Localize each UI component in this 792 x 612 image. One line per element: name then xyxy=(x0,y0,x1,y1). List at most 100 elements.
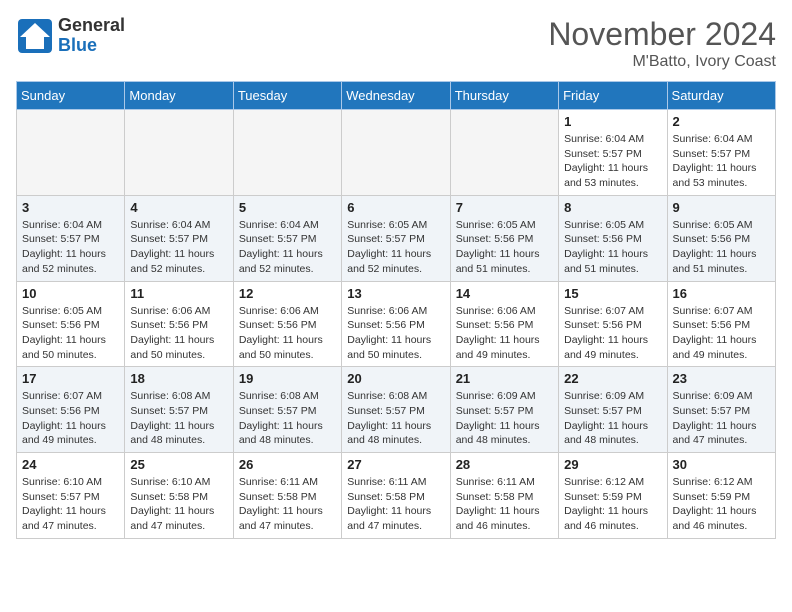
location: M'Batto, Ivory Coast xyxy=(548,53,776,71)
day-info: Sunrise: 6:09 AMSunset: 5:57 PMDaylight:… xyxy=(564,389,661,448)
calendar-cell: 22 Sunrise: 6:09 AMSunset: 5:57 PMDayligh… xyxy=(559,367,667,453)
calendar-cell: 30 Sunrise: 6:12 AMSunset: 5:59 PMDayligh… xyxy=(667,453,775,539)
calendar-cell: 15 Sunrise: 6:07 AMSunset: 5:56 PMDayligh… xyxy=(559,281,667,367)
day-info: Sunrise: 6:11 AMSunset: 5:58 PMDaylight:… xyxy=(347,475,444,534)
calendar-cell: 20 Sunrise: 6:08 AMSunset: 5:57 PMDayligh… xyxy=(342,367,450,453)
weekday-header: Friday xyxy=(559,82,667,110)
day-info: Sunrise: 6:08 AMSunset: 5:57 PMDaylight:… xyxy=(130,389,227,448)
calendar-week-row: 1 Sunrise: 6:04 AMSunset: 5:57 PMDaylight… xyxy=(17,110,776,196)
day-number: 10 xyxy=(22,286,119,301)
day-info: Sunrise: 6:07 AMSunset: 5:56 PMDaylight:… xyxy=(22,389,119,448)
weekday-header: Monday xyxy=(125,82,233,110)
calendar-cell: 3Sunrise: 6:04 AMSunset: 5:57 PMDaylight… xyxy=(17,195,125,281)
calendar-cell: 23 Sunrise: 6:09 AMSunset: 5:57 PMDayligh… xyxy=(667,367,775,453)
day-info: Sunrise: 6:10 AMSunset: 5:57 PMDaylight:… xyxy=(22,475,119,534)
day-number: 21 xyxy=(456,371,553,386)
day-number: 30 xyxy=(673,457,770,472)
day-info: Sunrise: 6:09 AMSunset: 5:57 PMDaylight:… xyxy=(673,389,770,448)
day-number: 2 xyxy=(673,114,770,129)
calendar-header-row: SundayMondayTuesdayWednesdayThursdayFrid… xyxy=(17,82,776,110)
calendar-cell: 8 Sunrise: 6:05 AMSunset: 5:56 PMDaylight… xyxy=(559,195,667,281)
calendar-table: SundayMondayTuesdayWednesdayThursdayFrid… xyxy=(16,81,776,539)
day-info: Sunrise: 6:05 AMSunset: 5:56 PMDaylight:… xyxy=(22,304,119,363)
day-info: Sunrise: 6:08 AMSunset: 5:57 PMDaylight:… xyxy=(347,389,444,448)
day-number: 23 xyxy=(673,371,770,386)
day-info: Sunrise: 6:05 AMSunset: 5:57 PMDaylight:… xyxy=(347,218,444,277)
day-info: Sunrise: 6:07 AMSunset: 5:56 PMDaylight:… xyxy=(564,304,661,363)
calendar-cell: 13 Sunrise: 6:06 AMSunset: 5:56 PMDayligh… xyxy=(342,281,450,367)
day-number: 9 xyxy=(673,200,770,215)
month-year: November 2024 xyxy=(548,16,776,53)
day-number: 26 xyxy=(239,457,336,472)
logo-icon xyxy=(16,17,54,55)
day-number: 28 xyxy=(456,457,553,472)
day-info: Sunrise: 6:11 AMSunset: 5:58 PMDaylight:… xyxy=(456,475,553,534)
day-number: 19 xyxy=(239,371,336,386)
calendar-cell: 2Sunrise: 6:04 AMSunset: 5:57 PMDaylight… xyxy=(667,110,775,196)
calendar-cell: 25 Sunrise: 6:10 AMSunset: 5:58 PMDayligh… xyxy=(125,453,233,539)
day-number: 8 xyxy=(564,200,661,215)
day-number: 4 xyxy=(130,200,227,215)
day-number: 1 xyxy=(564,114,661,129)
day-number: 5 xyxy=(239,200,336,215)
calendar-cell: 16Sunrise: 6:07 AMSunset: 5:56 PMDayligh… xyxy=(667,281,775,367)
day-number: 11 xyxy=(130,286,227,301)
calendar-cell: 18 Sunrise: 6:08 AMSunset: 5:57 PMDayligh… xyxy=(125,367,233,453)
day-info: Sunrise: 6:10 AMSunset: 5:58 PMDaylight:… xyxy=(130,475,227,534)
weekday-header: Sunday xyxy=(17,82,125,110)
day-info: Sunrise: 6:12 AMSunset: 5:59 PMDaylight:… xyxy=(564,475,661,534)
calendar-cell xyxy=(17,110,125,196)
calendar-cell: 17 Sunrise: 6:07 AMSunset: 5:56 PMDayligh… xyxy=(17,367,125,453)
day-number: 15 xyxy=(564,286,661,301)
day-info: Sunrise: 6:04 AMSunset: 5:57 PMDaylight:… xyxy=(239,218,336,277)
calendar-cell xyxy=(233,110,341,196)
day-number: 17 xyxy=(22,371,119,386)
weekday-header: Saturday xyxy=(667,82,775,110)
calendar-cell: 9 Sunrise: 6:05 AMSunset: 5:56 PMDaylight… xyxy=(667,195,775,281)
day-info: Sunrise: 6:06 AMSunset: 5:56 PMDaylight:… xyxy=(130,304,227,363)
day-number: 16 xyxy=(673,286,770,301)
day-info: Sunrise: 6:09 AMSunset: 5:57 PMDaylight:… xyxy=(456,389,553,448)
day-info: Sunrise: 6:11 AMSunset: 5:58 PMDaylight:… xyxy=(239,475,336,534)
weekday-header: Wednesday xyxy=(342,82,450,110)
calendar-cell: 19Sunrise: 6:08 AMSunset: 5:57 PMDayligh… xyxy=(233,367,341,453)
calendar-cell: 7 Sunrise: 6:05 AMSunset: 5:56 PMDaylight… xyxy=(450,195,558,281)
calendar-cell: 5 Sunrise: 6:04 AMSunset: 5:57 PMDaylight… xyxy=(233,195,341,281)
day-info: Sunrise: 6:05 AMSunset: 5:56 PMDaylight:… xyxy=(564,218,661,277)
weekday-header: Tuesday xyxy=(233,82,341,110)
day-info: Sunrise: 6:04 AMSunset: 5:57 PMDaylight:… xyxy=(130,218,227,277)
day-info: Sunrise: 6:12 AMSunset: 5:59 PMDaylight:… xyxy=(673,475,770,534)
calendar-cell xyxy=(450,110,558,196)
day-number: 20 xyxy=(347,371,444,386)
day-number: 25 xyxy=(130,457,227,472)
title-block: November 2024 M'Batto, Ivory Coast xyxy=(548,16,776,71)
day-info: Sunrise: 6:05 AMSunset: 5:56 PMDaylight:… xyxy=(673,218,770,277)
day-number: 13 xyxy=(347,286,444,301)
calendar-cell: 21 Sunrise: 6:09 AMSunset: 5:57 PMDayligh… xyxy=(450,367,558,453)
day-info: Sunrise: 6:06 AMSunset: 5:56 PMDaylight:… xyxy=(239,304,336,363)
day-number: 7 xyxy=(456,200,553,215)
logo-text: General Blue xyxy=(58,16,125,56)
day-info: Sunrise: 6:06 AMSunset: 5:56 PMDaylight:… xyxy=(347,304,444,363)
day-info: Sunrise: 6:04 AMSunset: 5:57 PMDaylight:… xyxy=(564,132,661,191)
day-number: 18 xyxy=(130,371,227,386)
calendar-week-row: 24Sunrise: 6:10 AMSunset: 5:57 PMDayligh… xyxy=(17,453,776,539)
calendar-week-row: 3Sunrise: 6:04 AMSunset: 5:57 PMDaylight… xyxy=(17,195,776,281)
day-number: 22 xyxy=(564,371,661,386)
logo: General Blue xyxy=(16,16,125,56)
calendar-cell: 1 Sunrise: 6:04 AMSunset: 5:57 PMDaylight… xyxy=(559,110,667,196)
day-number: 29 xyxy=(564,457,661,472)
day-number: 12 xyxy=(239,286,336,301)
calendar-cell: 10 Sunrise: 6:05 AMSunset: 5:56 PMDayligh… xyxy=(17,281,125,367)
calendar-cell: 29 Sunrise: 6:12 AMSunset: 5:59 PMDayligh… xyxy=(559,453,667,539)
calendar-cell: 28 Sunrise: 6:11 AMSunset: 5:58 PMDayligh… xyxy=(450,453,558,539)
weekday-header: Thursday xyxy=(450,82,558,110)
page-header: General Blue November 2024 M'Batto, Ivor… xyxy=(16,16,776,71)
day-info: Sunrise: 6:05 AMSunset: 5:56 PMDaylight:… xyxy=(456,218,553,277)
calendar-cell xyxy=(342,110,450,196)
calendar-cell: 12 Sunrise: 6:06 AMSunset: 5:56 PMDayligh… xyxy=(233,281,341,367)
day-number: 27 xyxy=(347,457,444,472)
calendar-week-row: 17 Sunrise: 6:07 AMSunset: 5:56 PMDayligh… xyxy=(17,367,776,453)
calendar-cell: 24Sunrise: 6:10 AMSunset: 5:57 PMDayligh… xyxy=(17,453,125,539)
calendar-cell: 14Sunrise: 6:06 AMSunset: 5:56 PMDayligh… xyxy=(450,281,558,367)
